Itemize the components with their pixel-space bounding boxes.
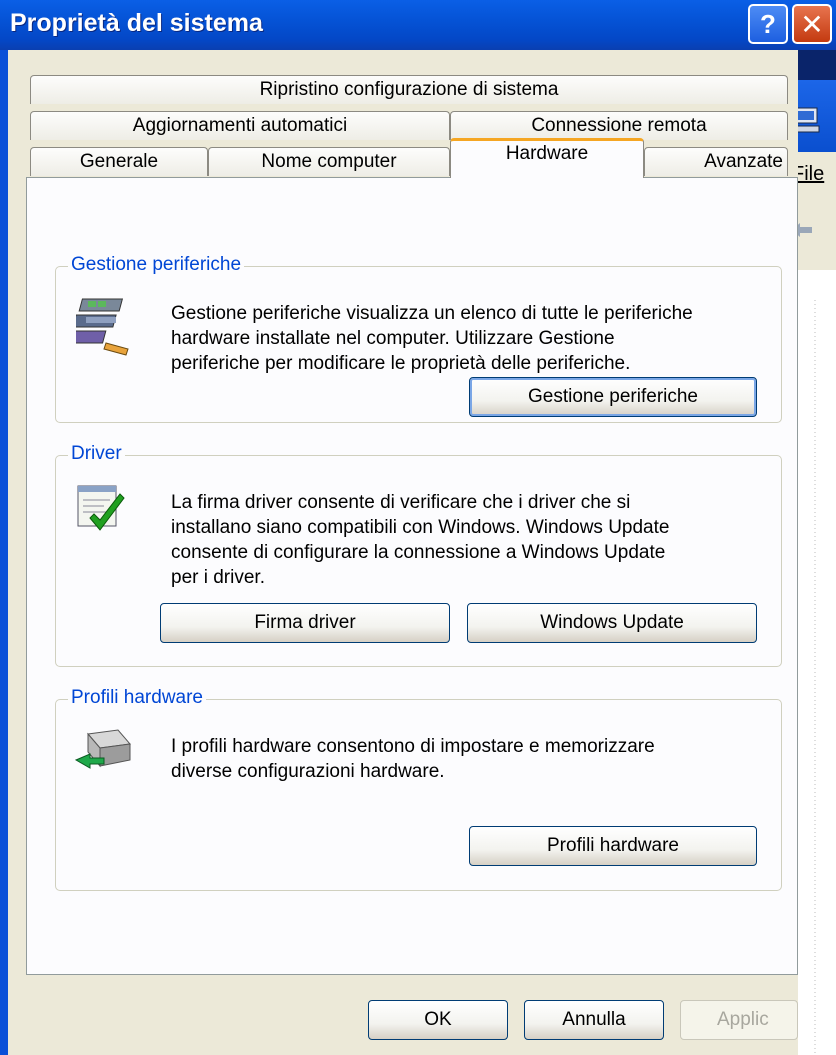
button-label: Annulla [562,1009,626,1030]
description-line: installano siano compatibili con Windows… [171,517,670,538]
driver-group: Driver La firma driver consente di verif… [55,443,782,667]
window-title: Proprietà del sistema [10,9,263,37]
tab-advanced[interactable]: Avanzate [644,147,788,176]
device-manager-button[interactable]: Gestione periferiche [469,377,757,417]
hardware-profiles-button[interactable]: Profili hardware [469,826,757,866]
description-line: Gestione periferiche visualizza un elenc… [171,303,693,324]
device-manager-description: Gestione periferiche visualizza un elenc… [171,301,771,376]
help-icon: ? [760,8,776,39]
hardware-profiles-description: I profili hardware consentono di imposta… [171,734,771,784]
cancel-button[interactable]: Annulla [524,1000,664,1040]
tab-label: Generale [79,151,159,172]
button-label: OK [424,1009,452,1030]
button-label: Profili hardware [547,835,679,856]
button-label: Firma driver [254,612,356,633]
driver-signing-button[interactable]: Firma driver [160,603,450,643]
group-title: Gestione periferiche [68,254,245,276]
device-manager-icon [76,298,129,356]
tab-label: Hardware [505,143,589,164]
driver-signing-icon [77,485,125,531]
tab-hardware[interactable]: Hardware [450,138,644,178]
description-line: diverse configurazioni hardware. [171,761,445,782]
tab-label: Connessione remota [531,115,707,136]
ok-button[interactable]: OK [368,1000,508,1040]
tab-computer-name[interactable]: Nome computer [208,147,450,176]
tab-label: Avanzate [704,151,783,172]
close-icon: ✕ [800,8,824,40]
tab-label: Ripristino configurazione di sistema [259,79,559,100]
hardware-profiles-icon [74,729,131,769]
description-line: hardware installate nel computer. Utiliz… [171,328,615,349]
button-label: Windows Update [540,612,684,633]
group-title: Profili hardware [68,687,206,709]
description-line: per i driver. [171,567,265,588]
windows-update-button[interactable]: Windows Update [467,603,757,643]
tab-system-restore[interactable]: Ripristino configurazione di sistema [30,75,788,104]
description-line: I profili hardware consentono di imposta… [171,736,655,757]
button-label: Gestione periferiche [527,386,699,407]
tab-general[interactable]: Generale [30,147,208,176]
help-button[interactable]: ? [748,4,788,44]
description-line: La firma driver consente di verificare c… [171,492,631,513]
description-line: periferiche per modificare le proprietà … [171,353,631,374]
tab-automatic-updates[interactable]: Aggiornamenti automatici [30,111,450,140]
group-title: Driver [68,443,125,465]
window-frame [0,50,8,1055]
tab-label: Aggiornamenti automatici [132,115,348,136]
close-button[interactable]: ✕ [792,4,832,44]
apply-button[interactable]: Applic [680,1000,798,1040]
description-line: consente di configurare la connessione a… [171,542,666,563]
title-bar[interactable]: Proprietà del sistema ? ✕ [0,0,836,50]
hardware-profiles-group: Profili hardware I profili hardware cons… [55,687,782,891]
tab-label: Nome computer [261,151,397,172]
driver-description: La firma driver consente di verificare c… [171,490,771,590]
button-label: Applic [717,1009,769,1030]
hardware-tab-panel: Gestione periferiche Gestione periferich… [26,177,798,975]
dialog-body: Ripristino configurazione di sistema Agg… [8,50,798,1055]
device-manager-group: Gestione periferiche Gestione periferich… [55,254,782,423]
tab-remote-connection[interactable]: Connessione remota [450,111,788,140]
